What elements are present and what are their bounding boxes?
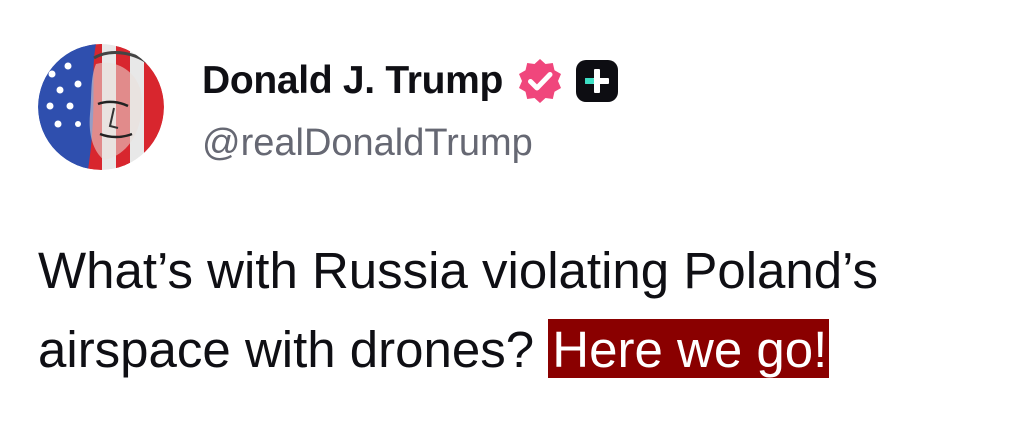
plus-badge-icon bbox=[575, 59, 619, 103]
author-name-row: Donald J. Trump bbox=[202, 56, 619, 106]
post-text-line-2-plain: airspace with drones? bbox=[38, 321, 549, 378]
verified-badge-icon bbox=[515, 56, 565, 106]
highlighted-text: Here we go! bbox=[548, 319, 830, 378]
post-text-line-2: airspace with drones? Here we go! bbox=[38, 310, 998, 389]
post-text-line-1: What’s with Russia violating Poland’s bbox=[38, 242, 879, 299]
display-name[interactable]: Donald J. Trump bbox=[202, 59, 503, 103]
post-text: What’s with Russia violating Poland’s ai… bbox=[38, 231, 998, 389]
avatar[interactable] bbox=[38, 44, 164, 170]
author-handle[interactable]: @realDonaldTrump bbox=[202, 122, 533, 165]
flag-portrait-avatar-icon bbox=[38, 44, 164, 170]
